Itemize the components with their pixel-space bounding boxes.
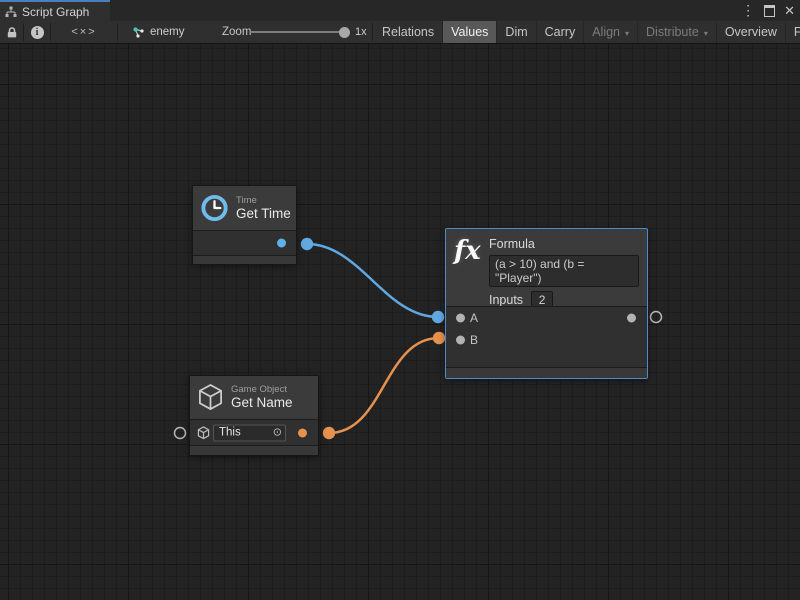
inputs-label: Inputs [489,293,523,307]
info-icon: i [31,26,44,39]
object-picker-icon[interactable]: ⊙ [273,427,285,438]
node-formula-header: fx Formula (a > 10) and (b = "Player") I… [446,229,647,306]
close-icon[interactable]: ✕ [784,0,795,21]
node-category: Time [236,195,289,206]
node-get-name-footer [190,446,318,455]
connections-button[interactable]: <×> [52,21,116,43]
fx-icon: fx [454,236,489,266]
edge-endpoint-dot [433,332,445,344]
zoom-slider-track[interactable] [250,31,342,33]
zoom-value: 1x [355,21,367,43]
formula-output-port-ring[interactable] [651,312,662,323]
edge-endpoint-dot [432,311,444,323]
graph-tree-icon [5,6,17,18]
edge-get-time-to-formula-a[interactable] [307,244,438,317]
node-get-time[interactable]: Time Get Time [192,185,297,265]
maximize-icon[interactable] [764,5,775,17]
formula-port-row-a: A [446,307,647,329]
zoom-slider-handle[interactable] [339,27,350,38]
distribute-dropdown[interactable]: Distribute ▾ [638,21,717,43]
edges-layer [0,44,800,600]
node-title: Formula [489,237,639,251]
info-button[interactable]: i [25,21,49,43]
fullscreen-toggle[interactable]: Full Screen [786,21,800,43]
formula-port-row-b: B [446,329,647,351]
node-get-name[interactable]: Game Object Get Name This ⊙ [189,375,319,456]
edge-endpoint-dot [301,238,313,250]
overview-button[interactable]: Overview [717,21,786,43]
formula-input-port-b[interactable] [456,336,465,345]
chevron-down-icon: ▾ [704,27,708,38]
node-formula-ports: A B [446,306,647,368]
node-formula-footer [446,368,647,378]
tab-script-graph[interactable]: Script Graph [0,0,110,21]
node-category: Game Object [231,384,293,395]
port-label-b: B [470,333,478,347]
toolbar-separator [23,23,24,41]
lock-button[interactable] [2,21,22,43]
node-title: Get Time [236,206,289,222]
toolbar-separator [372,23,373,41]
get-time-output-port[interactable] [277,239,286,248]
graph-canvas[interactable]: Time Get Time fx Formula (a > 10) and (b… [0,44,800,600]
target-value: This [219,427,273,439]
node-get-name-header: Game Object Get Name [190,376,318,419]
relations-toggle[interactable]: Relations [374,21,443,43]
formula-output-port[interactable] [627,314,636,323]
get-name-output-port[interactable] [298,428,307,437]
node-get-time-ports [193,230,296,256]
edge-get-name-to-formula-b[interactable] [329,338,439,433]
breadcrumb[interactable]: enemy [132,21,185,43]
window-menu-icon[interactable]: ⋮ [741,0,755,21]
node-title: Get Name [231,395,293,411]
node-formula[interactable]: fx Formula (a > 10) and (b = "Player") I… [445,228,648,379]
graph-toolbar: i <×> enemy Zoom 1x Relations Value [0,21,800,44]
get-name-target-field[interactable]: This ⊙ [213,424,286,441]
align-dropdown[interactable]: Align ▾ [584,21,638,43]
tab-title: Script Graph [22,5,89,19]
zoom-label: Zoom [222,21,251,43]
cube-icon [197,383,224,412]
script-graph-window: Script Graph ⋮ ✕ i <×> [0,0,800,600]
get-name-target-port-ring[interactable] [175,428,186,439]
breadcrumb-label: enemy [150,26,185,38]
clock-icon [200,193,229,223]
port-label-a: A [470,311,478,325]
dim-toggle[interactable]: Dim [497,21,536,43]
toolbar-separator [50,23,51,41]
cube-icon [197,426,210,440]
chevron-down-icon: ▾ [625,27,629,38]
edge-endpoint-dot [323,427,335,439]
window-controls: ⋮ ✕ [741,0,795,21]
toolbar-toggle-group: Relations Values Dim Carry Align ▾ Distr… [374,21,800,43]
values-toggle[interactable]: Values [443,21,497,43]
connections-icon: <×> [71,26,96,38]
formula-input-port-a[interactable] [456,314,465,323]
lock-icon [6,26,18,39]
carry-toggle[interactable]: Carry [537,21,585,43]
formula-expression-field[interactable]: (a > 10) and (b = "Player") [489,255,639,287]
node-get-time-header: Time Get Time [193,186,296,230]
toolbar-separator [117,23,118,41]
script-graph-asset-icon [132,26,145,39]
node-get-name-ports: This ⊙ [190,419,318,446]
tab-bar: Script Graph ⋮ ✕ [0,0,800,21]
node-get-time-footer [193,256,296,264]
